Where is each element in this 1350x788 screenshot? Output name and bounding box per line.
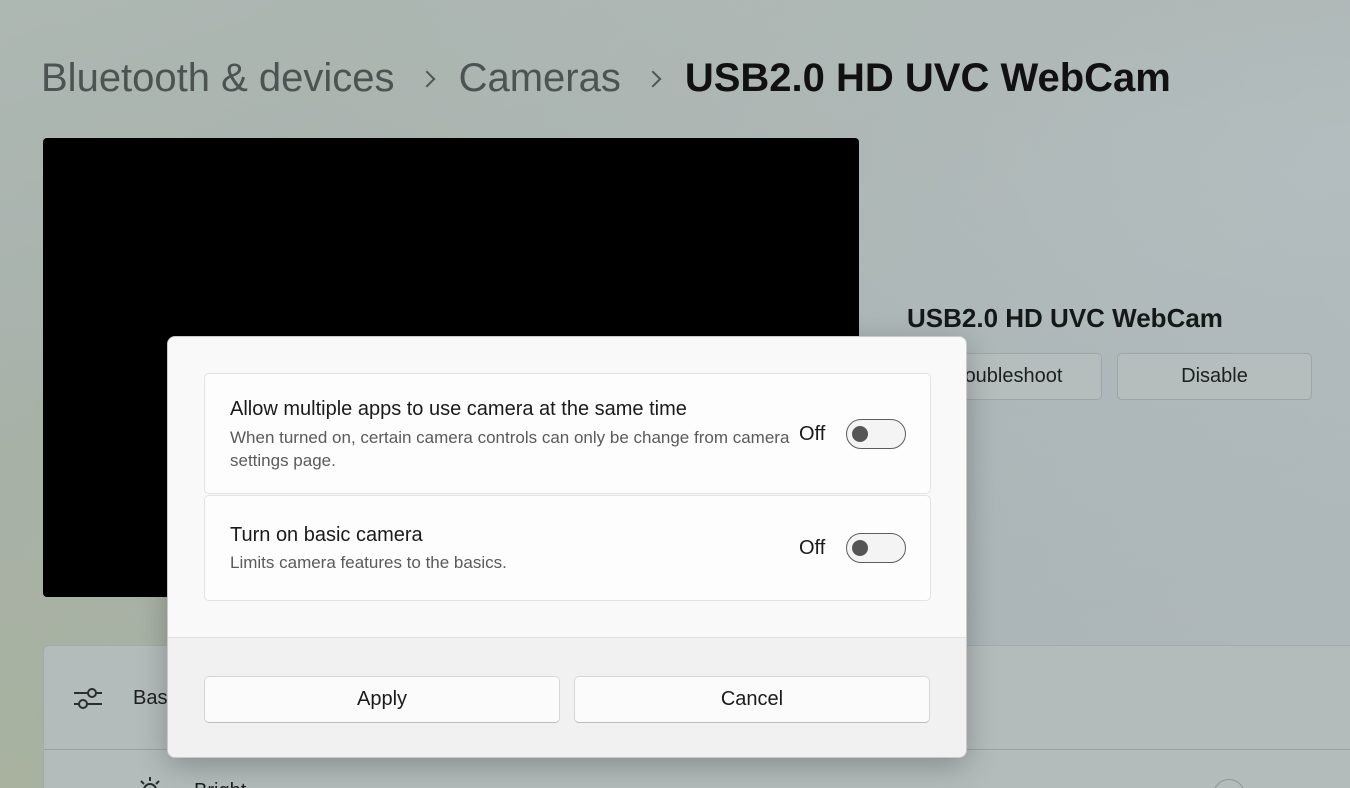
chevron-right-icon	[644, 70, 662, 87]
toggle-state-label: Off	[799, 537, 826, 559]
option-multiple-apps: Allow multiple apps to use camera at the…	[204, 373, 931, 494]
toggle-state-label: Off	[799, 423, 826, 445]
toggle-knob	[852, 426, 868, 442]
option-description: Limits camera features to the basics.	[230, 553, 507, 572]
option-title: Turn on basic camera	[230, 524, 423, 546]
multiple-apps-toggle[interactable]	[846, 419, 906, 449]
option-description: When turned on, certain camera controls …	[230, 428, 790, 470]
basic-camera-toggle[interactable]	[846, 533, 906, 563]
page-title: USB2.0 HD UVC WebCam	[684, 56, 1171, 100]
option-title: Allow multiple apps to use camera at the…	[230, 398, 687, 420]
toggle-knob	[852, 540, 868, 556]
sun-icon	[140, 777, 160, 788]
brightness-label: Bright	[194, 780, 246, 788]
breadcrumb-item-cameras[interactable]: Cameras	[459, 56, 621, 101]
disable-button[interactable]: Disable	[1117, 353, 1312, 400]
option-basic-camera: Turn on basic camera Limits camera featu…	[204, 495, 931, 601]
sliders-icon	[74, 688, 102, 709]
dialog-content: Allow multiple apps to use camera at the…	[168, 337, 966, 637]
camera-settings-dialog: Allow multiple apps to use camera at the…	[167, 336, 967, 758]
cancel-button[interactable]: Cancel	[574, 676, 930, 723]
dialog-footer: Apply Cancel	[168, 637, 966, 757]
breadcrumb: Bluetooth & devices Cameras USB2.0 HD UV…	[41, 56, 1171, 101]
reset-control[interactable]	[1213, 779, 1245, 788]
apply-button[interactable]: Apply	[204, 676, 560, 723]
device-name: USB2.0 HD UVC WebCam	[907, 303, 1223, 333]
chevron-right-icon	[418, 70, 436, 87]
breadcrumb-item-bluetooth-devices[interactable]: Bluetooth & devices	[41, 56, 395, 101]
